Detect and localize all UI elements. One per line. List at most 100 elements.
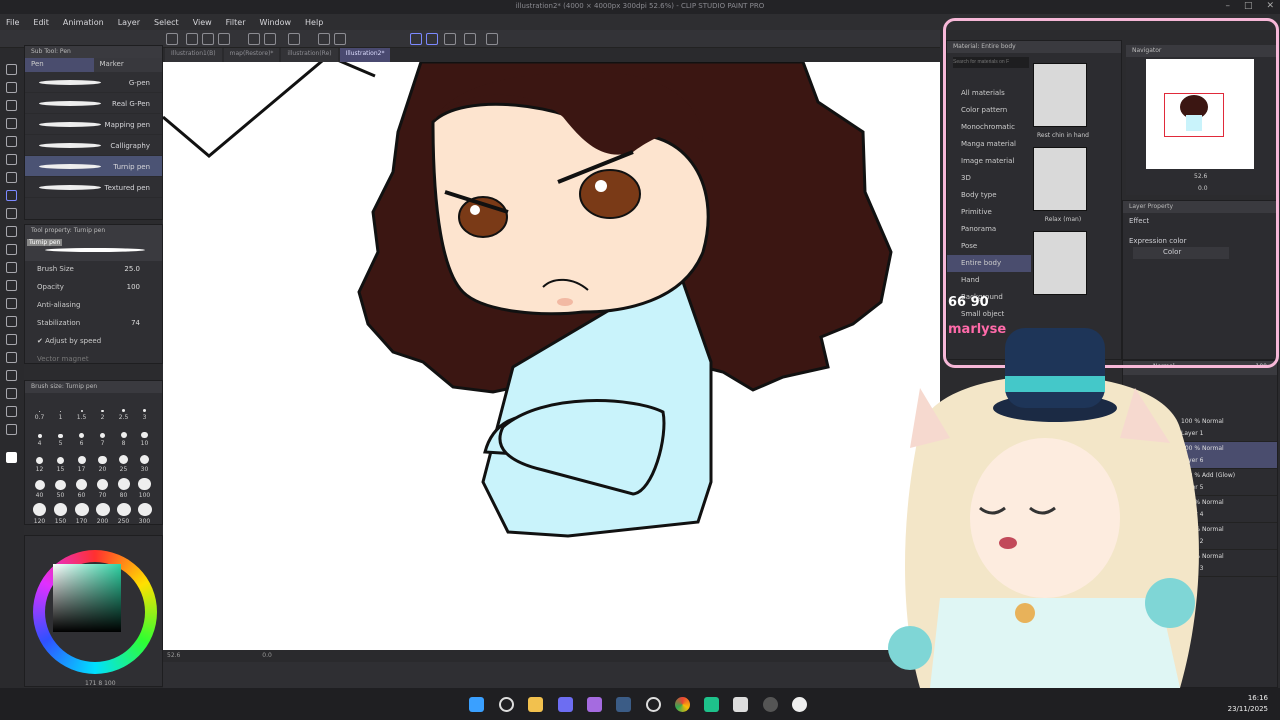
system-clock[interactable]: 16:16 23/11/2025: [1228, 693, 1268, 715]
menu-filter[interactable]: Filter: [226, 18, 246, 27]
brush-size-cell[interactable]: 20: [92, 451, 113, 473]
brush-item[interactable]: Mapping pen: [25, 114, 162, 135]
menu-edit[interactable]: Edit: [33, 18, 49, 27]
canvas[interactable]: [163, 62, 940, 650]
tab-illustration1[interactable]: Illustration1(B): [165, 48, 222, 62]
open-icon[interactable]: [202, 33, 214, 45]
brush-size-cell[interactable]: 80: [113, 477, 134, 499]
brush-size-cell[interactable]: 4: [29, 425, 50, 447]
brush-tool-icon[interactable]: [6, 208, 17, 219]
save-icon[interactable]: [218, 33, 230, 45]
eyedropper-icon[interactable]: [6, 154, 17, 165]
saturation-square[interactable]: [53, 564, 121, 632]
tab-map[interactable]: map(Restore)*: [223, 48, 280, 62]
brush-size-cell[interactable]: 1.5: [71, 399, 92, 421]
brush-size-cell[interactable]: 6: [71, 425, 92, 447]
balloon-tool-icon[interactable]: [6, 406, 17, 417]
brush-item[interactable]: Textured pen: [25, 177, 162, 198]
stabilization-row[interactable]: Stabilization 74: [25, 315, 162, 333]
steam-icon[interactable]: [616, 697, 631, 712]
gradient-tool-icon[interactable]: [6, 316, 17, 327]
correct-line-icon[interactable]: [6, 424, 17, 435]
adjust-speed-checkbox[interactable]: ✔ Adjust by speed: [25, 333, 162, 351]
menu-select[interactable]: Select: [154, 18, 179, 27]
menu-animation[interactable]: Animation: [63, 18, 104, 27]
brush-size-cell[interactable]: 2: [92, 399, 113, 421]
brush-size-cell[interactable]: 5: [50, 425, 71, 447]
brush-size-cell[interactable]: 8: [113, 425, 134, 447]
ruler-tool-icon[interactable]: [6, 370, 17, 381]
pen-tool-icon[interactable]: [6, 172, 17, 183]
brush-size-value[interactable]: 25.0: [124, 265, 140, 273]
subtab-pen[interactable]: Pen: [25, 58, 94, 72]
brush-size-cell[interactable]: 120: [29, 503, 50, 525]
tab-illustration[interactable]: illustration(Re): [281, 48, 338, 62]
maximize-icon[interactable]: □: [1244, 1, 1253, 11]
brush-size-cell[interactable]: 7: [92, 425, 113, 447]
main-color-swatch[interactable]: [6, 452, 17, 463]
file-explorer-icon[interactable]: [528, 697, 543, 712]
clip-studio-icon[interactable]: [733, 697, 748, 712]
brush-size-cell[interactable]: 15: [50, 451, 71, 473]
settings-icon[interactable]: [646, 697, 661, 712]
redo-icon[interactable]: [264, 33, 276, 45]
subtab-marker[interactable]: Marker: [93, 58, 162, 72]
brush-size-cell[interactable]: 1: [50, 399, 71, 421]
transform-icon[interactable]: [334, 33, 346, 45]
snap-special-icon[interactable]: [444, 33, 456, 45]
menu-help[interactable]: Help: [305, 18, 323, 27]
fill-tool-icon[interactable]: [6, 298, 17, 309]
move-tool-icon[interactable]: [6, 100, 17, 111]
tab-illustration2[interactable]: Illustration2*: [339, 48, 391, 62]
discord-icon[interactable]: [558, 697, 573, 712]
minimize-icon[interactable]: –: [1225, 1, 1230, 11]
terminal-icon[interactable]: [704, 697, 719, 712]
brush-size-cell[interactable]: 17: [71, 451, 92, 473]
eraser-tool-icon[interactable]: [6, 262, 17, 273]
stabilization-value[interactable]: 74: [131, 319, 140, 327]
brush-size-cell[interactable]: 40: [29, 477, 50, 499]
help-icon[interactable]: [486, 33, 498, 45]
obs-icon[interactable]: [763, 697, 778, 712]
pencil-tool-icon[interactable]: [6, 190, 17, 201]
menu-window[interactable]: Window: [259, 18, 291, 27]
brush-size-cell[interactable]: 3: [134, 399, 155, 421]
brush-size-cell[interactable]: 100: [134, 477, 155, 499]
menu-view[interactable]: View: [193, 18, 212, 27]
brush-size-cell[interactable]: 0.7: [29, 399, 50, 421]
hand-tool-icon[interactable]: [6, 82, 17, 93]
airbrush-tool-icon[interactable]: [6, 226, 17, 237]
brush-size-cell[interactable]: 10: [134, 425, 155, 447]
close-icon[interactable]: ✕: [1266, 1, 1274, 11]
brush-size-cell[interactable]: 50: [50, 477, 71, 499]
brush-item[interactable]: Real G-Pen: [25, 93, 162, 114]
zoom-tool-icon[interactable]: [6, 64, 17, 75]
brush-size-cell[interactable]: 2.5: [113, 399, 134, 421]
lasso-tool-icon[interactable]: [6, 136, 17, 147]
blend-tool-icon[interactable]: [6, 280, 17, 291]
ruler-icon[interactable]: [464, 33, 476, 45]
frame-tool-icon[interactable]: [6, 352, 17, 363]
opacity-row[interactable]: Opacity 100: [25, 279, 162, 297]
brush-item[interactable]: Calligraphy: [25, 135, 162, 156]
app-icon[interactable]: [587, 697, 602, 712]
brush-size-cell[interactable]: 300: [134, 503, 155, 525]
search-icon[interactable]: [499, 697, 514, 712]
brush-size-cell[interactable]: 70: [92, 477, 113, 499]
menu-file[interactable]: File: [6, 18, 19, 27]
figure-tool-icon[interactable]: [6, 334, 17, 345]
brush-size-cell[interactable]: 250: [113, 503, 134, 525]
brush-size-cell[interactable]: 170: [71, 503, 92, 525]
brush-item[interactable]: G-pen: [25, 72, 162, 93]
undo-icon[interactable]: [248, 33, 260, 45]
brush-size-cell[interactable]: 150: [50, 503, 71, 525]
snap-ruler-icon[interactable]: [410, 33, 422, 45]
brush-item-selected[interactable]: Turnip pen: [25, 156, 162, 177]
brush-size-cell[interactable]: 60: [71, 477, 92, 499]
vector-magnet-row[interactable]: Vector magnet: [25, 351, 162, 369]
zoom-value[interactable]: 52.6: [167, 652, 180, 659]
home-icon[interactable]: [166, 33, 178, 45]
brush-size-cell[interactable]: 12: [29, 451, 50, 473]
settings-icon[interactable]: [288, 33, 300, 45]
windows-icon[interactable]: [469, 697, 484, 712]
